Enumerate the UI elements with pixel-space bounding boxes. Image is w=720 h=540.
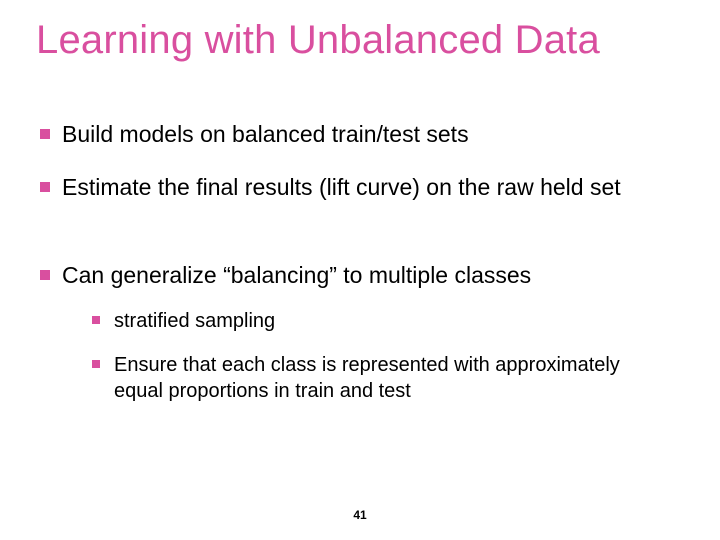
sub-list: stratified sampling Ensure that each cla… bbox=[62, 308, 660, 404]
slide: Learning with Unbalanced Data Build mode… bbox=[0, 0, 720, 540]
slide-content: Build models on balanced train/test sets… bbox=[40, 120, 660, 428]
slide-title: Learning with Unbalanced Data bbox=[36, 18, 600, 63]
page-number: 41 bbox=[0, 508, 720, 522]
sub-bullet-item: Ensure that each class is represented wi… bbox=[62, 352, 660, 404]
bullet-text: Can generalize “balancing” to multiple c… bbox=[62, 262, 531, 288]
sub-bullet-item: stratified sampling bbox=[62, 308, 660, 334]
bullet-item: Build models on balanced train/test sets bbox=[40, 120, 660, 149]
bullet-item: Estimate the final results (lift curve) … bbox=[40, 173, 660, 202]
bullet-item: Can generalize “balancing” to multiple c… bbox=[40, 261, 660, 404]
